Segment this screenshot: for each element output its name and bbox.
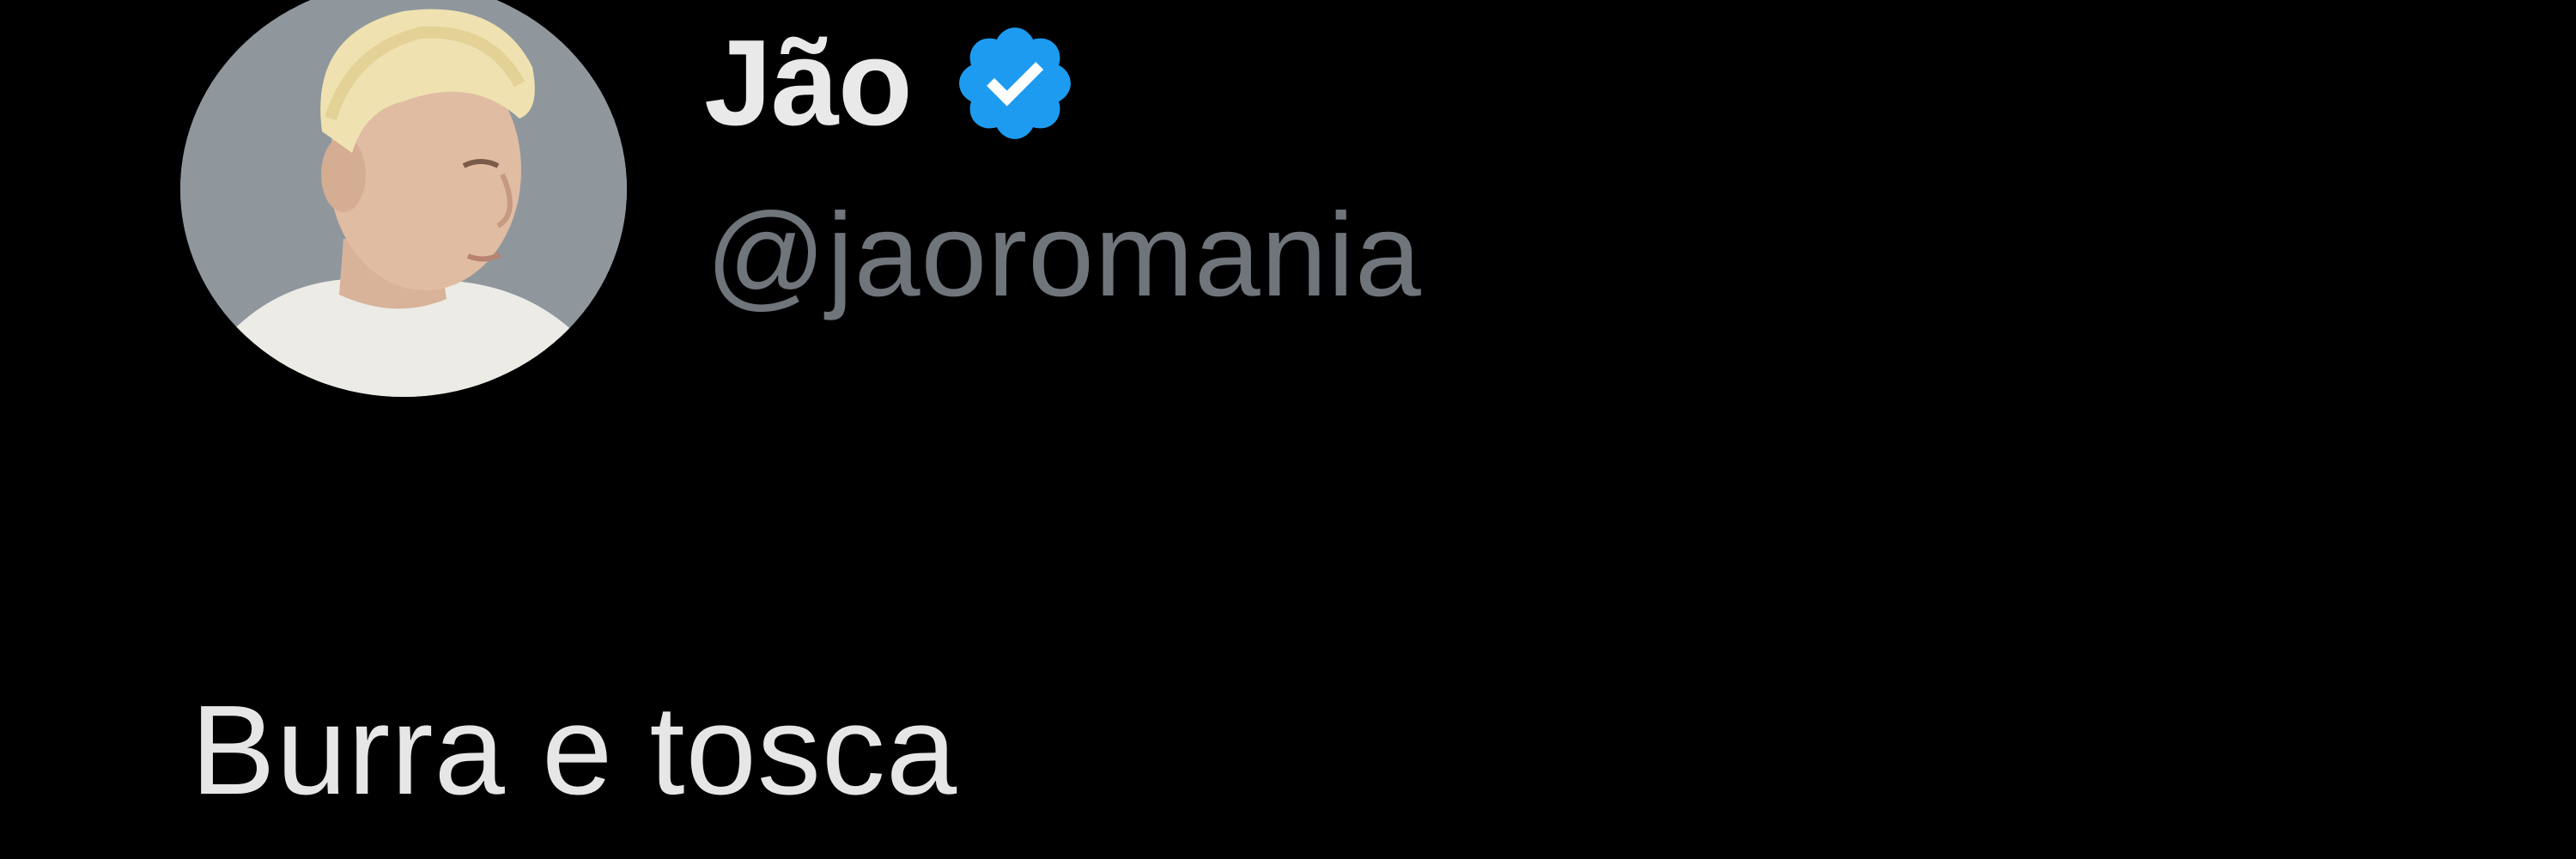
avatar[interactable]: [180, 0, 627, 397]
tweet-card: Jão @jaoromania Burra e tosca: [0, 0, 2576, 859]
display-name[interactable]: Jão: [704, 22, 913, 144]
author-name-row: Jão: [704, 19, 1080, 148]
verified-badge-icon[interactable]: [950, 18, 1080, 149]
profile-photo-icon: [180, 0, 627, 397]
tweet-text: Burra e tosca: [191, 679, 958, 821]
author-handle[interactable]: @jaoromania: [706, 196, 1422, 314]
